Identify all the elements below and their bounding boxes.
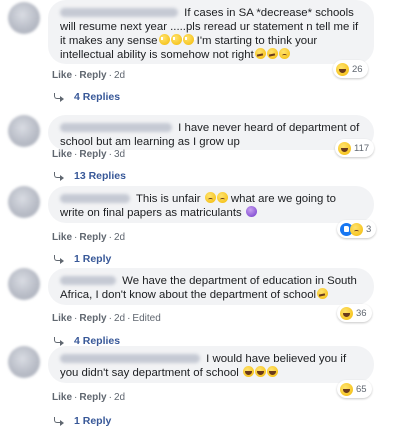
like-link[interactable]: Like (52, 313, 72, 324)
laughing-emoji-icon (267, 366, 279, 377)
eyes-emoji-icon (182, 34, 196, 45)
replies-count-label[interactable]: 13 Replies (74, 170, 126, 182)
haha-reaction-icon (340, 306, 353, 320)
avatar[interactable] (8, 268, 40, 300)
author-name-redacted[interactable] (60, 194, 130, 203)
author-name-redacted[interactable] (60, 123, 172, 132)
avatar[interactable] (8, 115, 40, 147)
reaction-count: 65 (356, 383, 367, 395)
reaction-summary[interactable]: 26 (333, 60, 368, 78)
author-name-redacted[interactable] (60, 8, 178, 17)
eyes-emoji-icon (170, 34, 184, 45)
sad-emoji-icon (204, 192, 216, 203)
sad-emoji-icon (278, 48, 290, 59)
thinking-emoji-icon (254, 48, 266, 59)
view-replies-link[interactable]: 13 Replies (54, 170, 126, 182)
reply-link[interactable]: Reply (79, 313, 106, 324)
reply-arrow-icon (54, 337, 64, 346)
timestamp[interactable]: 2d (114, 392, 125, 403)
reaction-summary[interactable]: 36 (337, 304, 372, 322)
replies-count-label[interactable]: 1 Reply (74, 415, 111, 427)
view-replies-link[interactable]: 1 Reply (54, 415, 111, 427)
reaction-count: 36 (356, 307, 367, 319)
avatar[interactable] (8, 346, 40, 378)
author-name-redacted[interactable] (60, 354, 200, 363)
reaction-count: 117 (354, 142, 370, 154)
timestamp[interactable]: 2d (114, 232, 125, 243)
thinking-emoji-icon (266, 48, 278, 59)
sad-emoji-icon (216, 192, 228, 203)
comment-bubble: If cases in SA *decrease* schools will r… (48, 0, 374, 64)
avatar[interactable] (8, 2, 40, 34)
reply-link[interactable]: Reply (79, 232, 106, 243)
timestamp[interactable]: 3d (114, 149, 125, 160)
comment-bubble: This is unfair what are we going to writ… (48, 186, 374, 223)
comment-bubble: We have the department of education in S… (48, 268, 374, 305)
avatar[interactable] (8, 186, 40, 218)
haha-reaction-icon (336, 62, 349, 76)
purple-emoji-icon (245, 206, 257, 217)
view-replies-link[interactable]: 1 Reply (54, 253, 111, 265)
comment-bubble: I would have believed you if you didn't … (48, 346, 374, 383)
like-link[interactable]: Like (52, 232, 72, 243)
reply-arrow-icon (54, 93, 64, 102)
comment-text: This is unfair (135, 193, 201, 205)
comment-bubble: I have never heard of department of scho… (48, 115, 374, 150)
like-link[interactable]: Like (52, 392, 72, 403)
reply-arrow-icon (54, 255, 64, 264)
sad-reaction-icon (350, 222, 363, 236)
reaction-count: 3 (366, 223, 372, 235)
like-link[interactable]: Like (52, 149, 72, 160)
comment-actions: Like · Reply · 2d (52, 70, 126, 81)
replies-count-label[interactable]: 4 Replies (74, 91, 120, 103)
author-name-redacted[interactable] (60, 276, 116, 285)
reaction-summary[interactable]: 3 (337, 220, 377, 238)
replies-count-label[interactable]: 1 Reply (74, 253, 111, 265)
haha-reaction-icon (338, 141, 351, 155)
reply-link[interactable]: Reply (79, 149, 106, 160)
reaction-count: 26 (352, 63, 363, 75)
comment-actions: Like · Reply · 2d (52, 392, 126, 403)
laughing-emoji-icon (255, 366, 267, 377)
timestamp[interactable]: 2d (114, 70, 125, 81)
comment-actions: Like · Reply · 2d · Edited (52, 313, 161, 324)
comment-actions: Like · Reply · 3d (52, 149, 126, 160)
reply-arrow-icon (54, 417, 64, 426)
thinking-emoji-icon (317, 288, 329, 299)
reply-arrow-icon (54, 172, 64, 181)
reply-link[interactable]: Reply (79, 392, 106, 403)
laughing-emoji-icon (243, 366, 255, 377)
timestamp[interactable]: 2d (114, 313, 125, 324)
reply-link[interactable]: Reply (79, 70, 106, 81)
eyes-emoji-icon (158, 34, 172, 45)
edited-label[interactable]: Edited (132, 313, 160, 324)
reaction-summary[interactable]: 117 (335, 139, 375, 157)
reaction-summary[interactable]: 65 (337, 380, 372, 398)
like-link[interactable]: Like (52, 70, 72, 81)
view-replies-link[interactable]: 4 Replies (54, 91, 120, 103)
comment-actions: Like · Reply · 2d (52, 232, 126, 243)
haha-reaction-icon (340, 382, 353, 396)
